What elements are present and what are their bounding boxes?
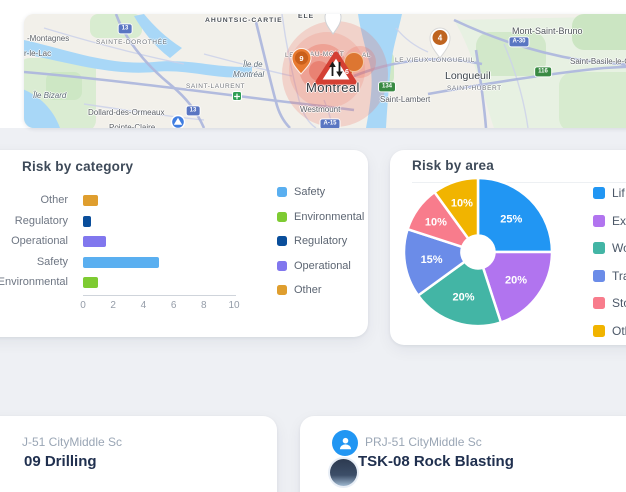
legend-label: Tra bbox=[612, 268, 626, 283]
bar-category-label: Regulatory bbox=[14, 214, 68, 227]
legend-swatch bbox=[593, 187, 605, 199]
bar-chart-legend: Safety Environmental Regulatory Operational… bbox=[277, 186, 364, 309]
avatar bbox=[330, 459, 357, 486]
legend-label: Lif bbox=[612, 186, 625, 200]
x-axis-tick: 2 bbox=[110, 300, 116, 311]
bar bbox=[83, 195, 99, 206]
legend-item: Operational bbox=[277, 260, 364, 272]
x-axis-tick: 4 bbox=[140, 300, 147, 311]
legend-item: Regulatory bbox=[277, 235, 364, 247]
x-axis-tick: 0 bbox=[80, 300, 86, 311]
legend-swatch bbox=[277, 236, 287, 246]
legend-item: Safety bbox=[277, 186, 364, 198]
legend-item: Wo bbox=[593, 241, 626, 255]
legend-label: Operational bbox=[294, 259, 351, 272]
marker-9-count: 9 bbox=[299, 54, 303, 63]
bar bbox=[83, 277, 99, 288]
x-axis-tick: 6 bbox=[170, 300, 177, 311]
marker-6-count: 6 bbox=[345, 69, 349, 76]
bar bbox=[83, 236, 106, 247]
task-card-rock-blasting[interactable]: PRJ-51 CityMiddle Sc TSK-08 Rock Blastin… bbox=[300, 416, 626, 492]
risk-by-area-card: Risk by area 25%20%20%15%10%10% LifExWoT… bbox=[390, 150, 626, 345]
x-axis-tick: 10 bbox=[228, 300, 240, 311]
park-marker-icon bbox=[232, 91, 242, 101]
bar bbox=[83, 256, 159, 268]
map-pin-9[interactable]: 9 bbox=[291, 48, 312, 75]
legend-swatch bbox=[277, 260, 287, 271]
legend-swatch bbox=[277, 187, 287, 197]
legend-swatch bbox=[593, 242, 605, 255]
legend-item: Environmental bbox=[277, 211, 364, 223]
project-label: J-51 CityMiddle Sc bbox=[22, 435, 123, 449]
legend-swatch bbox=[593, 324, 605, 337]
pie-slice-value: 25% bbox=[500, 214, 522, 226]
legend-item: Lif bbox=[593, 186, 626, 200]
task-title: 09 Drilling bbox=[24, 453, 97, 470]
pie-slice-value: 20% bbox=[505, 274, 527, 286]
legend-item: Tra bbox=[593, 269, 626, 283]
x-axis-line bbox=[83, 295, 236, 296]
task-title: TSK-08 Rock Blasting bbox=[358, 453, 514, 470]
transit-icon bbox=[170, 114, 186, 128]
legend-label: Regulatory bbox=[294, 235, 348, 247]
legend-label: Other bbox=[294, 284, 322, 296]
bar-category-label: Other bbox=[40, 194, 68, 206]
marker-4-count: 4 bbox=[438, 34, 443, 43]
map-markers-layer: 6 9 4 bbox=[170, 14, 451, 128]
legend-swatch bbox=[277, 285, 287, 295]
map-pin-white[interactable] bbox=[324, 14, 342, 35]
donut-chart: 25% 20% 20% 15% 10% 10% bbox=[402, 176, 554, 328]
bar-category-label: Operational bbox=[11, 235, 68, 247]
pie-slice-value: 10% bbox=[425, 216, 447, 228]
legend-label: Safety bbox=[294, 186, 326, 198]
legend-swatch bbox=[277, 211, 287, 222]
legend-label: Oth bbox=[612, 323, 626, 338]
pie-chart-legend: Lif Ex Wo Tra Sto Oth bbox=[593, 186, 626, 352]
pie-slice-value: 10% bbox=[451, 197, 473, 209]
legend-swatch bbox=[593, 297, 605, 310]
legend-item: Oth bbox=[593, 324, 626, 338]
assignee-icon bbox=[332, 430, 358, 456]
dashboard-page: -Montagnes r-le-Lac SAINTE-DOROTHÉE AHUNTSI… bbox=[0, 0, 626, 492]
risk-by-category-card: Risk by category Other Regulatory Operatio… bbox=[0, 150, 368, 337]
x-axis-tick: 8 bbox=[201, 300, 207, 311]
task-card-drilling[interactable]: J-51 CityMiddle Sc 09 Drilling bbox=[0, 416, 277, 492]
bar-category-label: Environmental bbox=[0, 276, 68, 288]
map-card[interactable]: -Montagnes r-le-Lac SAINTE-DOROTHÉE AHUNTSI… bbox=[24, 14, 626, 128]
legend-item: Ex bbox=[593, 214, 626, 228]
legend-label: Wo bbox=[612, 241, 626, 256]
legend-swatch bbox=[593, 269, 605, 282]
legend-swatch bbox=[593, 214, 605, 227]
legend-item: Other bbox=[277, 284, 364, 296]
pie-slice-value: 15% bbox=[421, 254, 443, 266]
map-pin-4[interactable]: 4 bbox=[429, 27, 451, 59]
bar bbox=[83, 215, 91, 227]
project-label: PRJ-51 CityMiddle Sc bbox=[365, 435, 482, 449]
legend-label: Environmental bbox=[294, 210, 365, 223]
pie-slice-value: 20% bbox=[452, 292, 474, 304]
legend-label: Ex bbox=[612, 213, 626, 228]
bar-category-label: Safety bbox=[36, 255, 68, 268]
legend-item: Sto bbox=[593, 296, 626, 310]
legend-label: Sto bbox=[612, 296, 626, 311]
